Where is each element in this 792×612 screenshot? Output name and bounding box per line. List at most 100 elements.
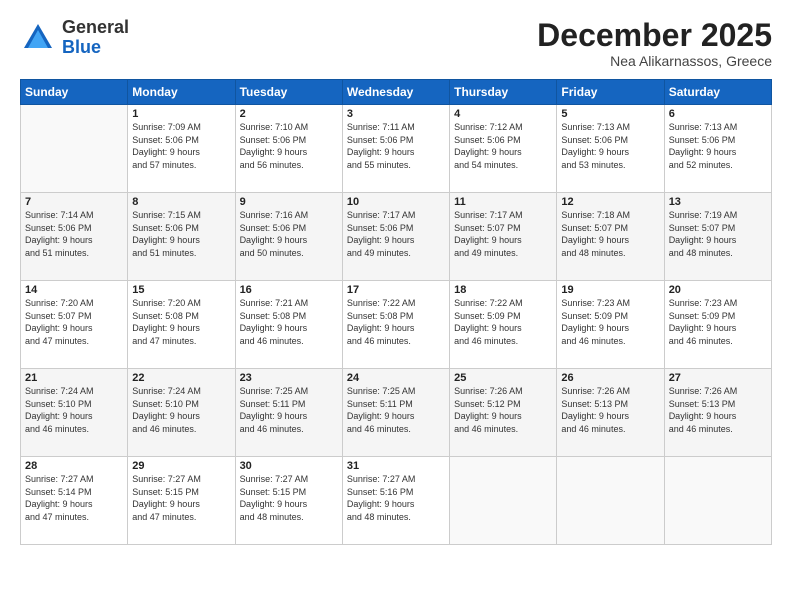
- table-row: [450, 457, 557, 545]
- table-row: 20Sunrise: 7:23 AMSunset: 5:09 PMDayligh…: [664, 281, 771, 369]
- day-number: 2: [240, 108, 338, 120]
- day-info: Sunrise: 7:20 AMSunset: 5:07 PMDaylight:…: [25, 297, 123, 347]
- table-row: 2Sunrise: 7:10 AMSunset: 5:06 PMDaylight…: [235, 105, 342, 193]
- day-info: Sunrise: 7:26 AMSunset: 5:13 PMDaylight:…: [561, 385, 659, 435]
- col-thursday: Thursday: [450, 80, 557, 105]
- calendar-week-row: 7Sunrise: 7:14 AMSunset: 5:06 PMDaylight…: [21, 193, 772, 281]
- table-row: 6Sunrise: 7:13 AMSunset: 5:06 PMDaylight…: [664, 105, 771, 193]
- col-tuesday: Tuesday: [235, 80, 342, 105]
- table-row: 28Sunrise: 7:27 AMSunset: 5:14 PMDayligh…: [21, 457, 128, 545]
- location-subtitle: Nea Alikarnassos, Greece: [537, 53, 772, 69]
- day-number: 21: [25, 372, 123, 384]
- day-info: Sunrise: 7:13 AMSunset: 5:06 PMDaylight:…: [561, 121, 659, 171]
- day-info: Sunrise: 7:23 AMSunset: 5:09 PMDaylight:…: [561, 297, 659, 347]
- calendar-week-row: 14Sunrise: 7:20 AMSunset: 5:07 PMDayligh…: [21, 281, 772, 369]
- day-number: 28: [25, 460, 123, 472]
- day-info: Sunrise: 7:14 AMSunset: 5:06 PMDaylight:…: [25, 209, 123, 259]
- day-info: Sunrise: 7:11 AMSunset: 5:06 PMDaylight:…: [347, 121, 445, 171]
- table-row: 13Sunrise: 7:19 AMSunset: 5:07 PMDayligh…: [664, 193, 771, 281]
- day-number: 20: [669, 284, 767, 296]
- table-row: 15Sunrise: 7:20 AMSunset: 5:08 PMDayligh…: [128, 281, 235, 369]
- day-info: Sunrise: 7:23 AMSunset: 5:09 PMDaylight:…: [669, 297, 767, 347]
- table-row: 11Sunrise: 7:17 AMSunset: 5:07 PMDayligh…: [450, 193, 557, 281]
- day-number: 1: [132, 108, 230, 120]
- table-row: [557, 457, 664, 545]
- table-row: 10Sunrise: 7:17 AMSunset: 5:06 PMDayligh…: [342, 193, 449, 281]
- day-number: 6: [669, 108, 767, 120]
- day-number: 29: [132, 460, 230, 472]
- logo-text: General Blue: [62, 18, 129, 58]
- day-info: Sunrise: 7:22 AMSunset: 5:08 PMDaylight:…: [347, 297, 445, 347]
- day-info: Sunrise: 7:27 AMSunset: 5:14 PMDaylight:…: [25, 473, 123, 523]
- day-info: Sunrise: 7:27 AMSunset: 5:15 PMDaylight:…: [132, 473, 230, 523]
- col-saturday: Saturday: [664, 80, 771, 105]
- day-info: Sunrise: 7:27 AMSunset: 5:15 PMDaylight:…: [240, 473, 338, 523]
- day-info: Sunrise: 7:21 AMSunset: 5:08 PMDaylight:…: [240, 297, 338, 347]
- day-number: 5: [561, 108, 659, 120]
- table-row: 30Sunrise: 7:27 AMSunset: 5:15 PMDayligh…: [235, 457, 342, 545]
- col-friday: Friday: [557, 80, 664, 105]
- month-title: December 2025: [537, 18, 772, 53]
- day-info: Sunrise: 7:25 AMSunset: 5:11 PMDaylight:…: [347, 385, 445, 435]
- day-number: 16: [240, 284, 338, 296]
- logo: General Blue: [20, 18, 129, 58]
- col-sunday: Sunday: [21, 80, 128, 105]
- day-info: Sunrise: 7:24 AMSunset: 5:10 PMDaylight:…: [132, 385, 230, 435]
- day-number: 4: [454, 108, 552, 120]
- day-number: 22: [132, 372, 230, 384]
- day-number: 10: [347, 196, 445, 208]
- table-row: 24Sunrise: 7:25 AMSunset: 5:11 PMDayligh…: [342, 369, 449, 457]
- calendar-header-row: Sunday Monday Tuesday Wednesday Thursday…: [21, 80, 772, 105]
- day-info: Sunrise: 7:25 AMSunset: 5:11 PMDaylight:…: [240, 385, 338, 435]
- table-row: 23Sunrise: 7:25 AMSunset: 5:11 PMDayligh…: [235, 369, 342, 457]
- logo-general: General: [62, 17, 129, 37]
- day-info: Sunrise: 7:13 AMSunset: 5:06 PMDaylight:…: [669, 121, 767, 171]
- table-row: 25Sunrise: 7:26 AMSunset: 5:12 PMDayligh…: [450, 369, 557, 457]
- day-number: 12: [561, 196, 659, 208]
- day-number: 24: [347, 372, 445, 384]
- table-row: 22Sunrise: 7:24 AMSunset: 5:10 PMDayligh…: [128, 369, 235, 457]
- day-info: Sunrise: 7:12 AMSunset: 5:06 PMDaylight:…: [454, 121, 552, 171]
- page: General Blue December 2025 Nea Alikarnas…: [0, 0, 792, 612]
- day-number: 19: [561, 284, 659, 296]
- day-info: Sunrise: 7:24 AMSunset: 5:10 PMDaylight:…: [25, 385, 123, 435]
- table-row: 27Sunrise: 7:26 AMSunset: 5:13 PMDayligh…: [664, 369, 771, 457]
- table-row: 8Sunrise: 7:15 AMSunset: 5:06 PMDaylight…: [128, 193, 235, 281]
- col-wednesday: Wednesday: [342, 80, 449, 105]
- day-number: 18: [454, 284, 552, 296]
- day-number: 25: [454, 372, 552, 384]
- logo-icon: [20, 20, 56, 56]
- table-row: 7Sunrise: 7:14 AMSunset: 5:06 PMDaylight…: [21, 193, 128, 281]
- day-number: 30: [240, 460, 338, 472]
- day-info: Sunrise: 7:19 AMSunset: 5:07 PMDaylight:…: [669, 209, 767, 259]
- day-info: Sunrise: 7:15 AMSunset: 5:06 PMDaylight:…: [132, 209, 230, 259]
- day-info: Sunrise: 7:17 AMSunset: 5:07 PMDaylight:…: [454, 209, 552, 259]
- table-row: 26Sunrise: 7:26 AMSunset: 5:13 PMDayligh…: [557, 369, 664, 457]
- table-row: [21, 105, 128, 193]
- day-number: 17: [347, 284, 445, 296]
- day-number: 27: [669, 372, 767, 384]
- day-number: 14: [25, 284, 123, 296]
- calendar-week-row: 28Sunrise: 7:27 AMSunset: 5:14 PMDayligh…: [21, 457, 772, 545]
- table-row: 18Sunrise: 7:22 AMSunset: 5:09 PMDayligh…: [450, 281, 557, 369]
- day-info: Sunrise: 7:17 AMSunset: 5:06 PMDaylight:…: [347, 209, 445, 259]
- table-row: 14Sunrise: 7:20 AMSunset: 5:07 PMDayligh…: [21, 281, 128, 369]
- day-info: Sunrise: 7:26 AMSunset: 5:13 PMDaylight:…: [669, 385, 767, 435]
- table-row: 9Sunrise: 7:16 AMSunset: 5:06 PMDaylight…: [235, 193, 342, 281]
- day-number: 26: [561, 372, 659, 384]
- day-number: 3: [347, 108, 445, 120]
- calendar-week-row: 1Sunrise: 7:09 AMSunset: 5:06 PMDaylight…: [21, 105, 772, 193]
- day-number: 7: [25, 196, 123, 208]
- day-info: Sunrise: 7:20 AMSunset: 5:08 PMDaylight:…: [132, 297, 230, 347]
- header: General Blue December 2025 Nea Alikarnas…: [20, 18, 772, 69]
- table-row: 19Sunrise: 7:23 AMSunset: 5:09 PMDayligh…: [557, 281, 664, 369]
- calendar-week-row: 21Sunrise: 7:24 AMSunset: 5:10 PMDayligh…: [21, 369, 772, 457]
- table-row: 4Sunrise: 7:12 AMSunset: 5:06 PMDaylight…: [450, 105, 557, 193]
- table-row: 1Sunrise: 7:09 AMSunset: 5:06 PMDaylight…: [128, 105, 235, 193]
- day-number: 13: [669, 196, 767, 208]
- table-row: 5Sunrise: 7:13 AMSunset: 5:06 PMDaylight…: [557, 105, 664, 193]
- day-info: Sunrise: 7:16 AMSunset: 5:06 PMDaylight:…: [240, 209, 338, 259]
- day-number: 23: [240, 372, 338, 384]
- day-number: 8: [132, 196, 230, 208]
- table-row: 21Sunrise: 7:24 AMSunset: 5:10 PMDayligh…: [21, 369, 128, 457]
